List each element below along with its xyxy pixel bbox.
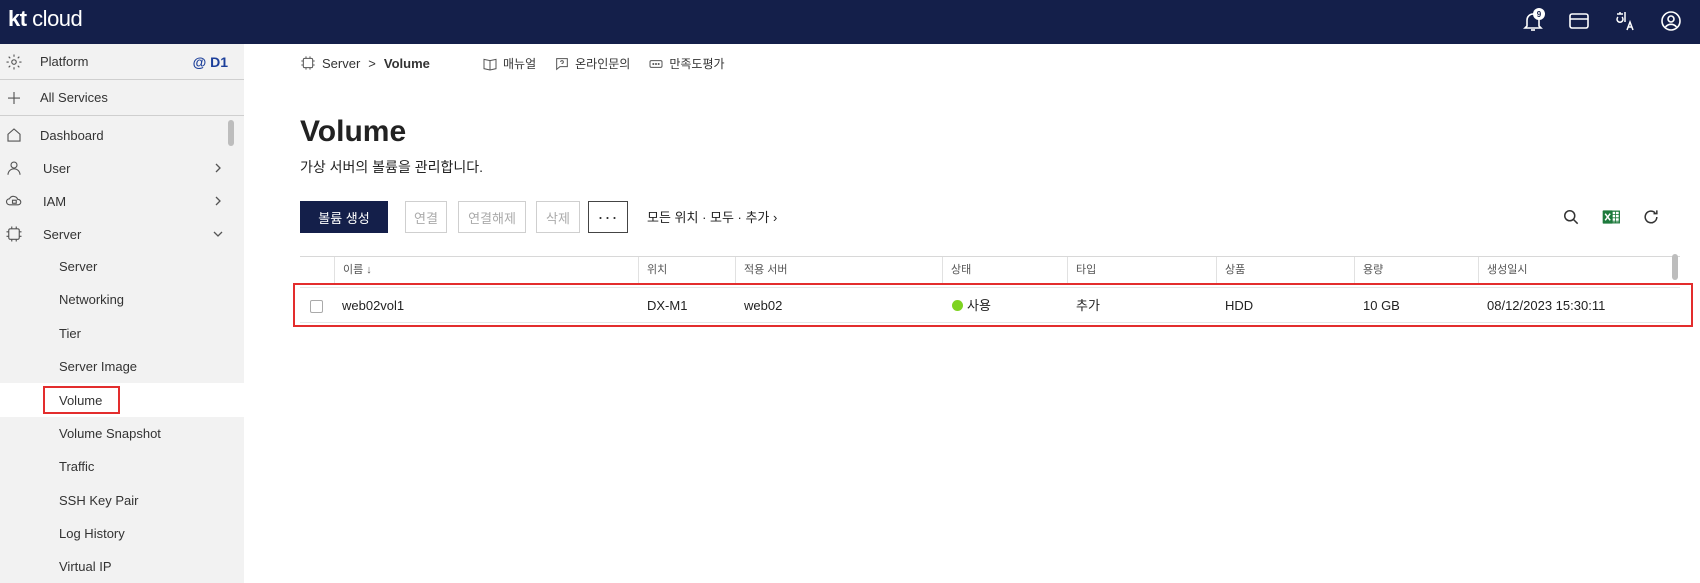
column-header-status[interactable]: 상태 <box>942 257 1067 283</box>
book-icon <box>483 58 497 71</box>
home-icon <box>5 126 23 144</box>
kt-cloud-logo[interactable]: kt cloud <box>8 6 83 32</box>
sidebar-item-label: Server <box>43 226 82 242</box>
row-highlight-box <box>293 283 1693 327</box>
column-header-server[interactable]: 적용 서버 <box>735 257 942 283</box>
sidebar-subitem-label: Virtual IP <box>59 558 112 574</box>
billing-card-icon[interactable] <box>1564 6 1594 36</box>
chip-icon <box>5 225 23 243</box>
manual-link-label: 매뉴얼 <box>503 57 537 71</box>
sidebar-subitem-virtual-ip[interactable]: Virtual IP <box>0 550 244 582</box>
rating-dots-icon <box>649 59 663 68</box>
sidebar-subitem-label: Server <box>59 258 98 274</box>
column-header-name[interactable]: 이름 ↓ <box>334 257 638 283</box>
cloud-lock-icon <box>5 192 23 210</box>
sidebar-subitem-networking[interactable]: Networking <box>0 283 244 315</box>
sidebar-subitem-ssh-key-pair[interactable]: SSH Key Pair <box>0 484 244 516</box>
chip-icon <box>301 56 315 70</box>
inquiry-link[interactable]: 온라인문의 <box>554 55 630 72</box>
sidebar: Platform @ D1 All Services Dashboard Use… <box>0 44 244 583</box>
sidebar-subitem-label: Tier <box>59 325 81 341</box>
sidebar-subitem-label: Server Image <box>59 358 138 374</box>
page-title: Volume <box>300 115 407 148</box>
person-icon <box>5 159 23 177</box>
sidebar-item-label: User <box>43 160 71 176</box>
attach-button[interactable]: 연결 <box>405 201 447 233</box>
platform-label: Platform <box>40 54 89 69</box>
sidebar-item-label: IAM <box>43 193 67 209</box>
user-account-icon[interactable] <box>1656 6 1686 36</box>
table-scrollbar[interactable] <box>1672 254 1678 280</box>
platform-selector[interactable]: Platform @ D1 <box>0 44 244 80</box>
breadcrumb-current: Volume <box>383 55 430 71</box>
table-header: 이름 ↓ 위치 적용 서버 상태 타입 상품 용량 생성일시 <box>300 256 1680 283</box>
column-header-type[interactable]: 타입 <box>1067 257 1216 283</box>
zone-label[interactable]: @ D1 <box>193 54 228 70</box>
notification-bell-icon[interactable]: 9 <box>1518 6 1548 36</box>
sidebar-subitem-traffic[interactable]: Traffic <box>0 450 244 482</box>
excel-export-icon[interactable] <box>1600 206 1622 228</box>
survey-link-label: 만족도평가 <box>669 57 725 71</box>
create-volume-button[interactable]: 볼륨 생성 <box>300 201 388 233</box>
column-header-product[interactable]: 상품 <box>1216 257 1354 283</box>
more-actions-button[interactable]: ··· <box>588 201 628 233</box>
column-header-location[interactable]: 위치 <box>638 257 735 283</box>
help-links: 매뉴얼 온라인문의 만족도평가 <box>482 55 725 72</box>
sidebar-subitem-label: Networking <box>59 291 125 307</box>
all-services-label: All Services <box>40 90 108 105</box>
sidebar-subitem-label: Volume Snapshot <box>59 425 161 441</box>
sidebar-subitem-tier[interactable]: Tier <box>0 317 244 349</box>
column-header-size[interactable]: 용량 <box>1354 257 1478 283</box>
sidebar-subitem-label: Log History <box>59 525 125 541</box>
gear-icon <box>5 53 23 71</box>
table-tools <box>1560 206 1662 228</box>
detach-button[interactable]: 연결해제 <box>458 201 526 233</box>
inquiry-link-label: 온라인문의 <box>575 57 631 71</box>
breadcrumb-parent[interactable]: Server <box>322 56 360 71</box>
language-icon[interactable] <box>1610 6 1640 36</box>
sidebar-subitem-label: Traffic <box>59 458 95 474</box>
manual-link[interactable]: 매뉴얼 <box>482 55 536 72</box>
notification-badge: 9 <box>1533 8 1545 20</box>
all-services-button[interactable]: All Services <box>0 80 244 116</box>
refresh-icon[interactable] <box>1640 206 1662 228</box>
question-chat-icon <box>556 57 568 70</box>
sidebar-item-user[interactable]: User <box>0 152 244 184</box>
sidebar-item-server[interactable]: Server <box>0 218 244 250</box>
survey-link[interactable]: 만족도평가 <box>648 55 725 72</box>
sidebar-subitem-volume[interactable]: Volume <box>0 383 244 417</box>
plus-icon <box>5 89 23 107</box>
sidebar-subitem-server[interactable]: Server <box>0 250 244 282</box>
chevron-down-icon <box>212 228 224 240</box>
sidebar-subitem-volume-snapshot[interactable]: Volume Snapshot <box>0 417 244 449</box>
sidebar-subitem-server-image[interactable]: Server Image <box>0 350 244 382</box>
page-subtitle: 가상 서버의 볼륨을 관리합니다. <box>300 159 483 175</box>
active-item-highlight <box>43 386 120 414</box>
chevron-right-icon <box>212 162 224 174</box>
sidebar-subitem-log-history[interactable]: Log History <box>0 517 244 549</box>
search-icon[interactable] <box>1560 206 1582 228</box>
sidebar-item-label: Dashboard <box>40 127 104 143</box>
sidebar-item-dashboard[interactable]: Dashboard <box>0 119 244 151</box>
delete-button[interactable]: 삭제 <box>536 201 580 233</box>
sidebar-item-iam[interactable]: IAM <box>0 185 244 217</box>
sidebar-scrollbar[interactable] <box>228 120 234 146</box>
top-bar: kt cloud 9 <box>0 0 1700 44</box>
column-header-created[interactable]: 생성일시 <box>1478 257 1672 283</box>
chevron-right-icon <box>212 195 224 207</box>
breadcrumb-separator: > <box>368 55 376 71</box>
filter-summary[interactable]: 모든 위치 · 모두 · 추가 › <box>647 207 777 226</box>
sidebar-subitem-label: SSH Key Pair <box>59 492 139 508</box>
breadcrumb: Server > Volume <box>300 55 430 71</box>
